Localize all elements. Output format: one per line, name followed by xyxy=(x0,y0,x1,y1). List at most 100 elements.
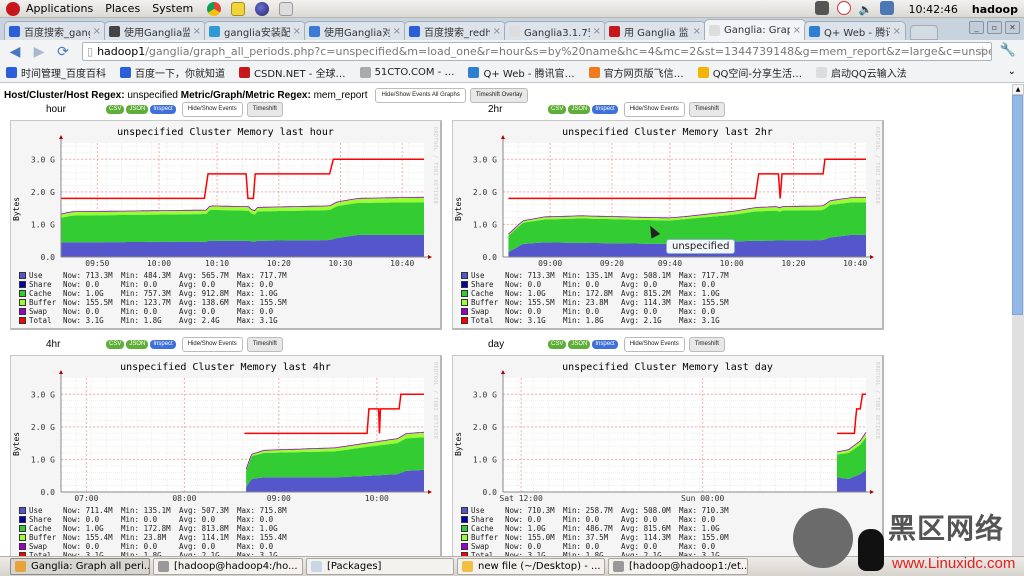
legend-max: Max: 0.0 xyxy=(237,280,274,289)
x-tick-label: 10:00 xyxy=(365,494,389,503)
inspect-button[interactable]: Inspect xyxy=(592,105,618,114)
bookmark-item[interactable]: QQ空间-分享生活… xyxy=(697,65,802,80)
clock[interactable]: 10:42:46 xyxy=(908,3,957,16)
hide-show-events-all-button[interactable]: Hide/Show Events All Graphs xyxy=(375,88,466,103)
timeshift-button[interactable]: Timeshift xyxy=(688,102,725,117)
tab-title: Q+ Web - 腾讯 xyxy=(824,27,890,39)
wrench-menu-icon[interactable]: 🔧 xyxy=(1000,43,1016,58)
reload-button[interactable]: ⟳ xyxy=(54,43,72,61)
hide-show-events-button[interactable]: Hide/Show Events xyxy=(181,102,243,117)
bookmark-item[interactable]: 时间管理_百度百科 xyxy=(6,65,106,80)
legend-avg: Avg: 0.0 xyxy=(621,280,658,289)
timeshift-button[interactable]: Timeshift xyxy=(688,337,725,352)
tab-1[interactable]: 使用Ganglia监 × xyxy=(104,21,206,40)
taskbar-item[interactable]: Ganglia: Graph all peri... xyxy=(10,558,150,575)
tab-close-icon[interactable]: × xyxy=(393,26,401,37)
tab-5[interactable]: Ganglia3.1.7安× xyxy=(504,21,606,40)
tab-close-icon[interactable]: × xyxy=(893,26,901,37)
bookmarks-overflow-chevron-icon[interactable]: ⌄ xyxy=(1008,66,1016,77)
redhat-logo-icon[interactable] xyxy=(6,1,20,16)
eclipse-launcher-icon[interactable] xyxy=(255,1,270,16)
graph-4hr[interactable]: unspecified Cluster Memory last 4hr RRDT… xyxy=(10,355,442,556)
hide-show-events-button[interactable]: Hide/Show Events xyxy=(181,337,243,352)
timeshift-button[interactable]: Timeshift xyxy=(246,102,283,117)
legend-max: Max: 710.3M xyxy=(679,506,729,515)
tab-close-icon[interactable]: × xyxy=(693,26,701,37)
update-lock-icon[interactable] xyxy=(814,0,829,18)
tab-4[interactable]: 百度搜索_redh × xyxy=(404,21,506,40)
bookmark-item[interactable]: Q+ Web - 腾讯官… xyxy=(468,65,575,80)
inspect-button[interactable]: Inspect xyxy=(592,340,618,349)
tab-close-icon[interactable]: × xyxy=(193,26,201,37)
bookmark-item[interactable]: 官方网页版飞信… xyxy=(588,65,684,80)
timeshift-overlay-button[interactable]: Timeshift Overlay xyxy=(469,88,529,103)
json-button[interactable]: JSON xyxy=(568,105,591,114)
timeshift-button[interactable]: Timeshift xyxy=(246,337,283,352)
tab-8[interactable]: Q+ Web - 腾讯 × xyxy=(804,21,906,40)
tab-close-icon[interactable]: × xyxy=(293,26,301,37)
legend-series-name: Buffer xyxy=(29,298,57,307)
tab-3[interactable]: 使用Ganglia对 × xyxy=(304,21,406,40)
baidu-icon xyxy=(120,67,131,78)
taskbar-item[interactable]: [hadoop@hadoop1:/et... xyxy=(608,558,748,575)
notes-launcher-icon[interactable] xyxy=(231,1,246,16)
tab-0[interactable]: 百度搜索_gang × xyxy=(4,21,106,40)
taskbar-item[interactable]: [hadoop@hadoop4:/ho... xyxy=(153,558,303,575)
tab-close-icon[interactable]: × xyxy=(93,26,101,37)
tab-close-icon[interactable]: × xyxy=(493,26,501,37)
csv-button[interactable]: CSV xyxy=(106,105,125,114)
hide-show-events-button[interactable]: Hide/Show Events xyxy=(623,337,685,352)
tab-close-icon[interactable]: × xyxy=(793,25,801,36)
csv-button[interactable]: CSV xyxy=(106,340,125,349)
tab-2[interactable]: ganglia安装配 × xyxy=(204,21,306,40)
username[interactable]: hadoop xyxy=(972,3,1018,16)
hide-show-events-button[interactable]: Hide/Show Events xyxy=(623,102,685,117)
tab-6[interactable]: 用 Ganglia 监 × xyxy=(604,21,706,40)
network-icon[interactable] xyxy=(880,0,895,18)
scroll-up-arrow-icon[interactable]: ▲ xyxy=(1012,84,1024,95)
volume-icon[interactable]: 🔈 xyxy=(859,3,873,16)
taskbar-label: Ganglia: Graph all peri... xyxy=(31,561,150,572)
scrollbar-thumb[interactable] xyxy=(1012,95,1023,315)
legend-max: Max: 3.1G xyxy=(237,316,278,325)
tab-title: ganglia安装配 xyxy=(224,27,290,39)
bookmark-item[interactable]: 百度一下，你就知道 xyxy=(120,65,225,80)
maximize-button[interactable]: ▫ xyxy=(987,21,1002,34)
speedometer-icon[interactable] xyxy=(836,0,851,18)
bookmark-item[interactable]: 51CTO.COM - … xyxy=(359,67,454,78)
legend-row: Swap Now: 0.0 Min: 0.0 Avg: 0.0 Max: 0.0 xyxy=(461,307,737,316)
bookmark-item[interactable]: CSDN.NET - 全球… xyxy=(239,65,346,80)
legend-series-name: Cache xyxy=(29,524,52,533)
tab-close-icon[interactable]: × xyxy=(593,26,601,37)
graph-day[interactable]: unspecified Cluster Memory last day RRDT… xyxy=(452,355,884,556)
json-button[interactable]: JSON xyxy=(568,340,591,349)
forward-button[interactable]: ▶ xyxy=(30,43,48,61)
page-scrollbar[interactable]: ▲ xyxy=(1012,84,1024,556)
back-button[interactable]: ◀ xyxy=(6,43,24,61)
new-tab-button[interactable] xyxy=(910,25,938,40)
menu-applications[interactable]: Applications xyxy=(26,2,93,15)
csv-button[interactable]: CSV xyxy=(548,105,567,114)
inspect-button[interactable]: Inspect xyxy=(150,340,176,349)
csv-button[interactable]: CSV xyxy=(548,340,567,349)
bookmark-item[interactable]: 启动QQ云输入法 xyxy=(816,65,907,80)
host-regex-value: unspecified xyxy=(127,90,178,101)
menu-places[interactable]: Places xyxy=(105,2,140,15)
json-button[interactable]: JSON xyxy=(126,340,149,349)
chrome-launcher-icon[interactable] xyxy=(207,1,222,16)
inspect-button[interactable]: Inspect xyxy=(150,105,176,114)
bookmark-star-icon[interactable]: ☆ xyxy=(977,44,988,58)
taskbar-item[interactable]: [Packages] xyxy=(306,558,454,575)
menu-system[interactable]: System xyxy=(152,2,193,15)
address-bar[interactable]: ▯ hadoop1/ganglia/graph_all_periods.php?… xyxy=(82,42,992,61)
package-launcher-icon[interactable] xyxy=(279,1,294,16)
json-button[interactable]: JSON xyxy=(126,105,149,114)
tab-7[interactable]: Ganglia: Grap × xyxy=(704,19,806,40)
minimize-button[interactable]: _ xyxy=(969,21,984,34)
close-window-button[interactable]: ✕ xyxy=(1005,21,1020,34)
graph-hour[interactable]: unspecified Cluster Memory last hour RRD… xyxy=(10,120,442,330)
legend-now: Now: 155.4M xyxy=(63,533,113,542)
taskbar-item[interactable]: new file (~/Desktop) - ... xyxy=(457,558,605,575)
graph-2hr[interactable]: unspecified Cluster Memory last 2hr RRDT… xyxy=(452,120,884,330)
x-tick-label: 09:00 xyxy=(267,494,291,503)
